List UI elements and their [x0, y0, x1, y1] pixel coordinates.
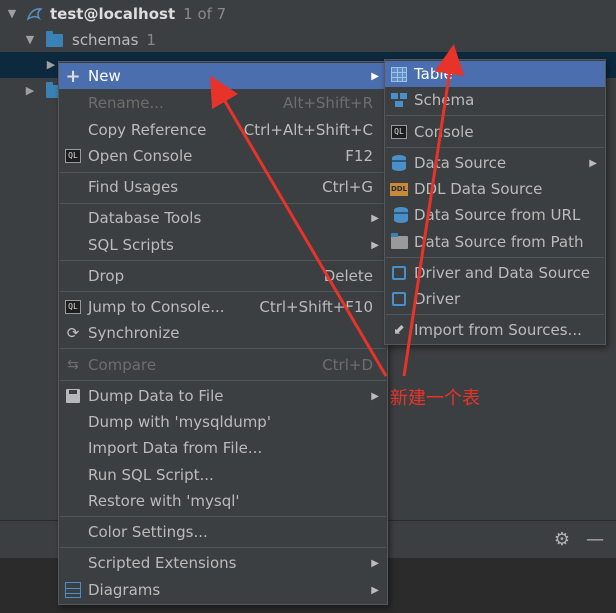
annotation-arrows: [209, 44, 465, 377]
annotation-arrow-to-table: [402, 44, 465, 377]
annotation-arrow-to-new: [209, 75, 388, 377]
annotation-text: 新建一个表: [390, 388, 480, 409]
